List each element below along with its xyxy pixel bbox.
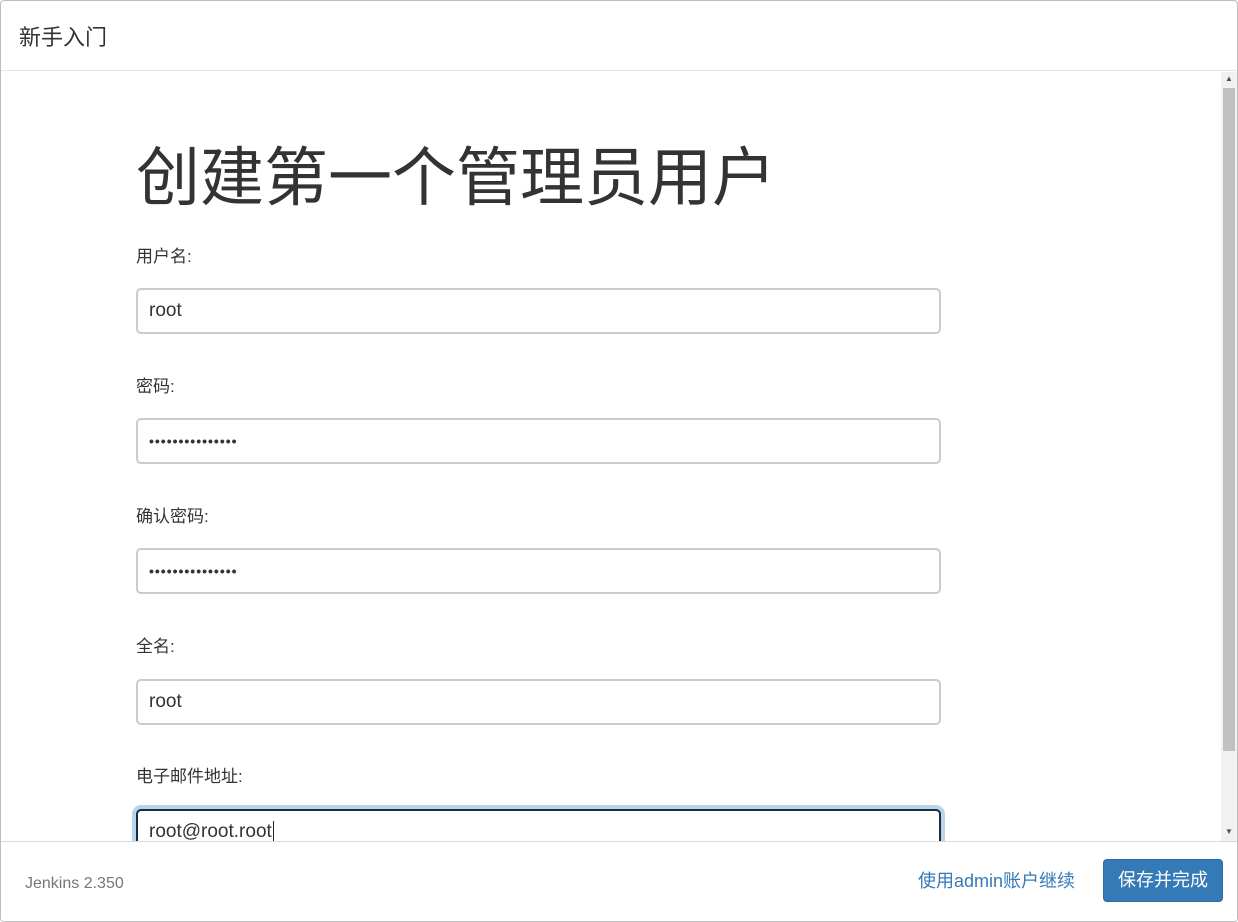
save-and-finish-button[interactable]: 保存并完成 [1103, 859, 1223, 902]
scroll-up-arrow-icon[interactable]: ▲ [1221, 72, 1237, 86]
email-input-value: root@root.root [149, 821, 272, 841]
scrollbar-thumb[interactable] [1223, 88, 1235, 751]
fullname-label: 全名: [136, 637, 175, 656]
confirm-password-input[interactable]: ••••••••••••••• [136, 548, 941, 594]
dialog-header: 新手入门 [1, 1, 1237, 71]
confirm-password-label: 确认密码: [136, 507, 209, 526]
dialog-title: 新手入门 [19, 25, 108, 50]
email-input[interactable]: root@root.root [136, 809, 941, 841]
setup-wizard-dialog: 新手入门 创建第一个管理员用户 用户名: root 密码: ••••••••••… [0, 0, 1238, 922]
page-title: 创建第一个管理员用户 [136, 142, 776, 214]
username-input[interactable]: root [136, 288, 941, 334]
vertical-scrollbar[interactable]: ▲ ▼ [1221, 72, 1237, 841]
text-caret [272, 820, 274, 841]
password-label: 密码: [136, 377, 175, 396]
email-label: 电子邮件地址: [136, 767, 243, 786]
fullname-input[interactable]: root [136, 679, 941, 725]
password-input[interactable]: ••••••••••••••• [136, 418, 941, 464]
continue-as-admin-link[interactable]: 使用admin账户继续 [918, 870, 1075, 892]
username-label: 用户名: [136, 247, 192, 266]
scroll-down-arrow-icon[interactable]: ▼ [1221, 825, 1237, 839]
dialog-body: 创建第一个管理员用户 用户名: root 密码: •••••••••••••••… [1, 72, 1221, 841]
dialog-footer: Jenkins 2.350 使用admin账户继续 保存并完成 [1, 841, 1237, 921]
version-label: Jenkins 2.350 [25, 875, 124, 892]
